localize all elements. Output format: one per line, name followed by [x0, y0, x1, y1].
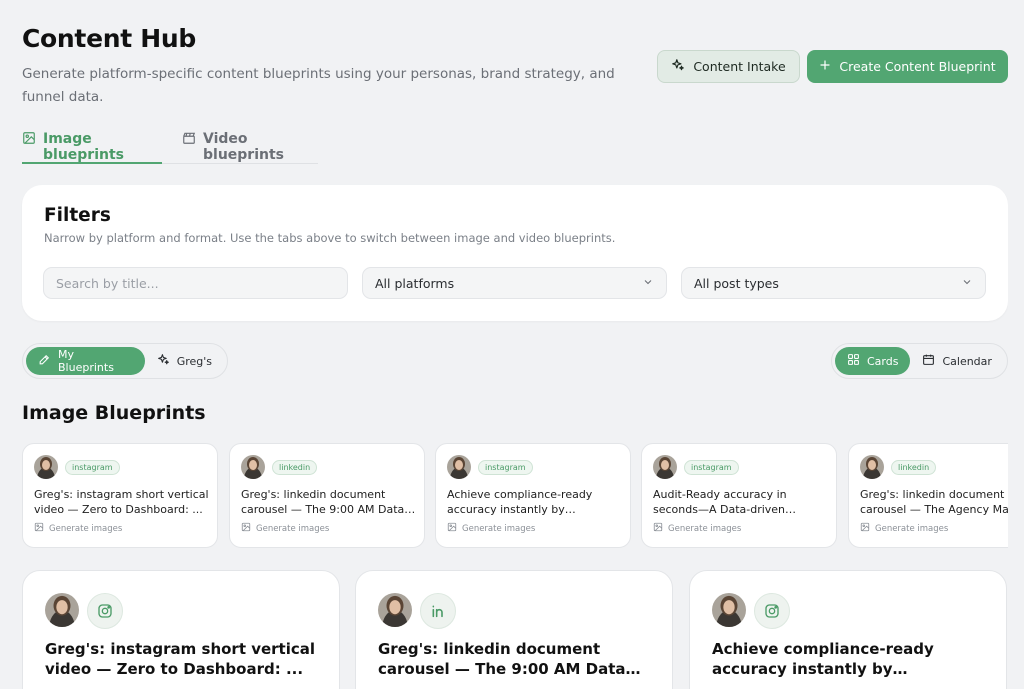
blueprint-card-title: Achieve compliance-ready accuracy instan… [712, 640, 934, 678]
grid-icon [847, 353, 860, 369]
avatar [860, 455, 884, 479]
platform-badge: instagram [65, 460, 120, 475]
blueprint-card-title: Greg's: instagram short vertical video —… [45, 640, 316, 678]
cards-view-button[interactable]: Cards [835, 347, 911, 375]
mini-blueprint-card[interactable]: linkedin Greg's: linkedin document carou… [848, 443, 1008, 548]
platform-badge: linkedin [272, 460, 318, 475]
mini-card-title: Greg's: linkedin document carousel — The… [860, 488, 1008, 516]
my-blueprints-button[interactable]: My Blueprints [26, 347, 145, 375]
search-field [43, 267, 348, 299]
generate-images-link[interactable]: Generate images [34, 522, 122, 535]
blueprint-card[interactable]: Achieve compliance-ready accuracy instan… [689, 570, 1007, 689]
linkedin-icon [420, 593, 456, 629]
sparkle-icon [157, 353, 170, 369]
mini-card-title: Achieve compliance-ready accuracy instan… [447, 488, 593, 516]
calendar-icon [922, 353, 935, 369]
clapperboard-icon [182, 131, 196, 149]
create-blueprint-label: Create Content Blueprint [839, 59, 996, 74]
avatar [45, 593, 79, 627]
tab-video-blueprints[interactable]: Video blueprints [182, 126, 318, 164]
post-type-select[interactable]: All post types [681, 267, 986, 299]
blueprint-card[interactable]: Greg's: instagram short vertical video —… [22, 570, 340, 689]
page-subtitle: Generate platform-specific content bluep… [22, 66, 615, 105]
gregs-blueprints-button[interactable]: Greg's [145, 347, 224, 375]
search-input[interactable] [56, 275, 335, 291]
avatar [447, 455, 471, 479]
mini-blueprint-card[interactable]: instagram Achieve compliance-ready accur… [435, 443, 631, 548]
generate-images-link[interactable]: Generate images [241, 522, 329, 535]
cards-view-label: Cards [867, 354, 899, 368]
filters-description: Narrow by platform and format. Use the t… [44, 231, 616, 245]
avatar [378, 593, 412, 627]
calendar-view-button[interactable]: Calendar [910, 347, 1003, 375]
chevron-down-icon [961, 276, 973, 291]
platform-badge: linkedin [891, 460, 937, 475]
mini-card-title: Greg's: instagram short vertical video —… [34, 488, 209, 516]
generate-images-link[interactable]: Generate images [860, 522, 948, 535]
image-plus-icon [34, 522, 44, 535]
blueprint-card[interactable]: Greg's: linkedin document carousel — The… [355, 570, 673, 689]
image-plus-icon [653, 522, 663, 535]
mini-blueprint-card[interactable]: linkedin Greg's: linkedin document carou… [229, 443, 425, 548]
section-title: Image Blueprints [22, 402, 206, 424]
platform-badge: instagram [478, 460, 533, 475]
pencil-icon [38, 353, 51, 369]
image-plus-icon [241, 522, 251, 535]
blueprint-tabs: Image blueprints Video blueprints [22, 126, 318, 164]
image-plus-icon [447, 522, 457, 535]
generate-images-label: Generate images [462, 523, 536, 534]
instagram-icon [87, 593, 123, 629]
mini-card-title: Greg's: linkedin document carousel — The… [241, 488, 405, 516]
platform-select-value: All platforms [375, 275, 455, 291]
generate-images-label: Generate images [49, 523, 123, 534]
platform-badge: instagram [684, 460, 739, 475]
tab-video-label: Video blueprints [203, 131, 284, 163]
view-toggle: Cards Calendar [831, 343, 1008, 379]
generate-images-label: Generate images [668, 523, 742, 534]
tab-image-blueprints[interactable]: Image blueprints [22, 126, 162, 164]
image-icon [22, 131, 36, 149]
mini-blueprint-card[interactable]: instagram Greg's: instagram short vertic… [22, 443, 218, 548]
page-title: Content Hub [22, 24, 196, 53]
filters-title: Filters [44, 205, 111, 226]
generate-images-link[interactable]: Generate images [447, 522, 535, 535]
instagram-icon [754, 593, 790, 629]
mini-blueprint-card[interactable]: instagram Audit-Ready accuracy in second… [641, 443, 837, 548]
my-blueprints-label: My Blueprints [58, 348, 114, 374]
blueprint-card-title: Greg's: linkedin document carousel — The… [378, 640, 626, 678]
generate-images-link[interactable]: Generate images [653, 522, 741, 535]
content-intake-label: Content Intake [693, 59, 786, 74]
avatar [34, 455, 58, 479]
avatar [241, 455, 265, 479]
create-blueprint-button[interactable]: Create Content Blueprint [807, 50, 1008, 83]
platform-select[interactable]: All platforms [362, 267, 667, 299]
post-type-select-value: All post types [694, 275, 779, 291]
generate-images-label: Generate images [256, 523, 330, 534]
content-intake-button[interactable]: Content Intake [657, 50, 800, 83]
owner-toggle: My Blueprints Greg's [22, 343, 228, 379]
filters-panel: Filters Narrow by platform and format. U… [22, 185, 1008, 321]
gregs-blueprints-label: Greg's [176, 354, 212, 368]
app-root: Content Hub Generate platform-specific c… [0, 0, 1008, 689]
avatar [653, 455, 677, 479]
chevron-down-icon [642, 276, 654, 291]
plus-icon [819, 59, 831, 74]
image-plus-icon [860, 522, 870, 535]
generate-images-label: Generate images [875, 523, 949, 534]
calendar-view-label: Calendar [942, 354, 992, 368]
tab-image-label: Image blueprints [43, 131, 124, 163]
mini-card-title: Audit-Ready accuracy in seconds—A Data-d… [653, 488, 787, 516]
sparkle-icon [671, 58, 685, 75]
avatar [712, 593, 746, 627]
